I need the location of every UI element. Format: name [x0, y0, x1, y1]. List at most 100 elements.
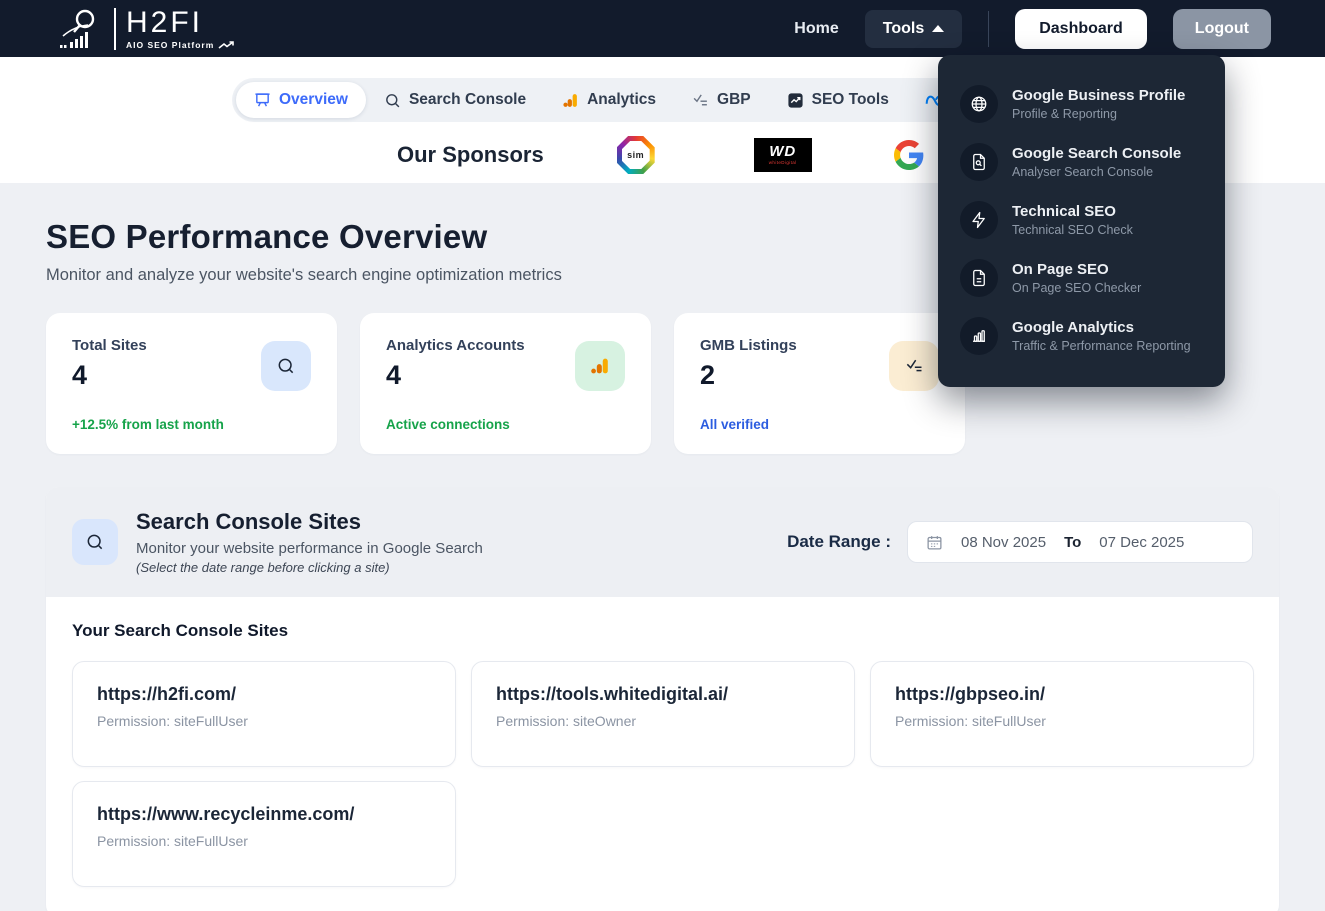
menu-item-text: Google Search Console Analyser Search Co…	[1012, 145, 1181, 179]
menu-item-on-page-seo[interactable]: On Page SEO On Page SEO Checker	[960, 249, 1203, 307]
presentation-icon	[254, 92, 271, 109]
menu-item-text: On Page SEO On Page SEO Checker	[1012, 261, 1141, 295]
sponsors-title: Our Sponsors	[397, 142, 544, 168]
menu-item-title: On Page SEO	[1012, 261, 1141, 278]
date-separator: To	[1064, 534, 1081, 551]
menu-item-title: Technical SEO	[1012, 203, 1133, 220]
panel-header-text: Search Console Sites Monitor your websit…	[136, 509, 483, 575]
wd-logo-sub: whiteDigital	[769, 161, 797, 166]
tab-label: Analytics	[587, 91, 656, 109]
whitedigital-sponsor-logo: WD whiteDigital	[754, 138, 812, 172]
navbar-actions: Home Tools Dashboard Logout	[794, 9, 1271, 49]
menu-item-text: Google Business Profile Profile & Report…	[1012, 87, 1185, 121]
start-date-value[interactable]: 08 Nov 2025	[961, 534, 1046, 551]
nav-divider	[988, 11, 989, 47]
stat-card-gmb-listings: GMB Listings 2 All verified	[674, 313, 965, 454]
menu-item-title: Google Search Console	[1012, 145, 1181, 162]
top-navbar: H2FI AIO SEO Platform Home Tools Dashboa…	[0, 0, 1325, 57]
menu-item-google-analytics[interactable]: Google Analytics Traffic & Performance R…	[960, 307, 1203, 365]
magnifier-chart-logo-icon	[58, 8, 104, 50]
caret-up-icon	[932, 25, 944, 32]
tab-label: GBP	[717, 91, 751, 109]
stat-note: +12.5% from last month	[72, 417, 224, 432]
tab-label: SEO Tools	[812, 91, 889, 109]
brand-logo[interactable]: H2FI AIO SEO Platform	[58, 8, 236, 50]
brand-text: H2FI AIO SEO Platform	[114, 8, 236, 50]
search-icon	[384, 92, 401, 109]
tab-label: Search Console	[409, 91, 526, 109]
sim-sponsor-logo: sim	[617, 136, 655, 174]
wd-logo-mark: WD	[769, 144, 796, 159]
menu-item-title: Google Business Profile	[1012, 87, 1185, 104]
menu-item-text: Technical SEO Technical SEO Check	[1012, 203, 1133, 237]
tab-search-console[interactable]: Search Console	[366, 82, 544, 118]
sites-grid: https://h2fi.com/ Permission: siteFullUs…	[72, 661, 1253, 887]
menu-item-text: Google Analytics Traffic & Performance R…	[1012, 319, 1191, 353]
brand-tagline: AIO SEO Platform	[126, 40, 236, 50]
date-range-label: Date Range :	[787, 532, 891, 552]
date-range-group: Date Range : 08 Nov 2025 To 07 Dec 2025	[787, 521, 1253, 563]
tab-analytics[interactable]: Analytics	[544, 82, 674, 118]
calendar-icon	[926, 534, 943, 551]
end-date-value[interactable]: 07 Dec 2025	[1099, 534, 1184, 551]
trend-arrow-icon	[218, 40, 236, 50]
site-url: https://tools.whitedigital.ai/	[496, 684, 830, 705]
site-permission: Permission: siteFullUser	[97, 833, 431, 849]
google-sponsor-logo	[894, 140, 924, 170]
menu-item-title: Google Analytics	[1012, 319, 1191, 336]
menu-item-google-search-console[interactable]: Google Search Console Analyser Search Co…	[960, 133, 1203, 191]
site-card[interactable]: https://www.recycleinme.com/ Permission:…	[72, 781, 456, 887]
site-permission: Permission: siteOwner	[496, 713, 830, 729]
zap-icon	[960, 201, 998, 239]
stat-note: Active connections	[386, 417, 510, 432]
chart-square-icon	[787, 92, 804, 109]
tab-gbp[interactable]: GBP	[674, 82, 769, 118]
globe-icon	[960, 85, 998, 123]
file-icon	[960, 259, 998, 297]
panel-header: Search Console Sites Monitor your websit…	[46, 487, 1279, 597]
search-icon	[261, 341, 311, 391]
date-range-picker[interactable]: 08 Nov 2025 To 07 Dec 2025	[907, 521, 1253, 563]
site-permission: Permission: siteFullUser	[895, 713, 1229, 729]
tab-label: Overview	[279, 91, 348, 109]
menu-item-google-business-profile[interactable]: Google Business Profile Profile & Report…	[960, 75, 1203, 133]
menu-item-subtitle: Traffic & Performance Reporting	[1012, 339, 1191, 353]
site-url: https://www.recycleinme.com/	[97, 804, 431, 825]
sim-logo-text: sim	[622, 141, 650, 169]
file-search-icon	[960, 143, 998, 181]
brand-name: H2FI	[126, 8, 236, 38]
logout-button[interactable]: Logout	[1173, 9, 1271, 49]
panel-subtitle: Monitor your website performance in Goog…	[136, 540, 483, 557]
nav-home-link[interactable]: Home	[794, 20, 838, 38]
site-card[interactable]: https://h2fi.com/ Permission: siteFullUs…	[72, 661, 456, 767]
google-analytics-icon	[562, 92, 579, 109]
panel-title: Search Console Sites	[136, 509, 483, 535]
section-tabbar: Overview Search Console Analytics GBP SE…	[232, 78, 1043, 122]
menu-item-subtitle: Profile & Reporting	[1012, 107, 1185, 121]
site-url: https://h2fi.com/	[97, 684, 431, 705]
panel-body: Your Search Console Sites https://h2fi.c…	[46, 597, 1279, 911]
site-url: https://gbpseo.in/	[895, 684, 1229, 705]
menu-item-subtitle: Technical SEO Check	[1012, 223, 1133, 237]
stat-note: All verified	[700, 417, 769, 432]
site-permission: Permission: siteFullUser	[97, 713, 431, 729]
google-analytics-icon	[575, 341, 625, 391]
search-icon	[72, 519, 118, 565]
site-card[interactable]: https://gbpseo.in/ Permission: siteFullU…	[870, 661, 1254, 767]
site-card[interactable]: https://tools.whitedigital.ai/ Permissio…	[471, 661, 855, 767]
menu-item-subtitle: Analyser Search Console	[1012, 165, 1181, 179]
menu-item-technical-seo[interactable]: Technical SEO Technical SEO Check	[960, 191, 1203, 249]
bar-chart-icon	[960, 317, 998, 355]
checklist-icon	[889, 341, 939, 391]
stat-card-total-sites: Total Sites 4 +12.5% from last month	[46, 313, 337, 454]
stat-card-analytics-accounts: Analytics Accounts 4 Active connections	[360, 313, 651, 454]
sites-heading: Your Search Console Sites	[72, 621, 1253, 641]
tools-dropdown-menu: Google Business Profile Profile & Report…	[938, 55, 1225, 387]
menu-item-subtitle: On Page SEO Checker	[1012, 281, 1141, 295]
dashboard-button[interactable]: Dashboard	[1015, 9, 1147, 49]
search-console-panel: Search Console Sites Monitor your websit…	[46, 487, 1279, 911]
tools-menu-button[interactable]: Tools	[865, 10, 962, 48]
tab-overview[interactable]: Overview	[236, 82, 366, 118]
tab-seo-tools[interactable]: SEO Tools	[769, 82, 907, 118]
google-g-icon	[894, 140, 924, 170]
